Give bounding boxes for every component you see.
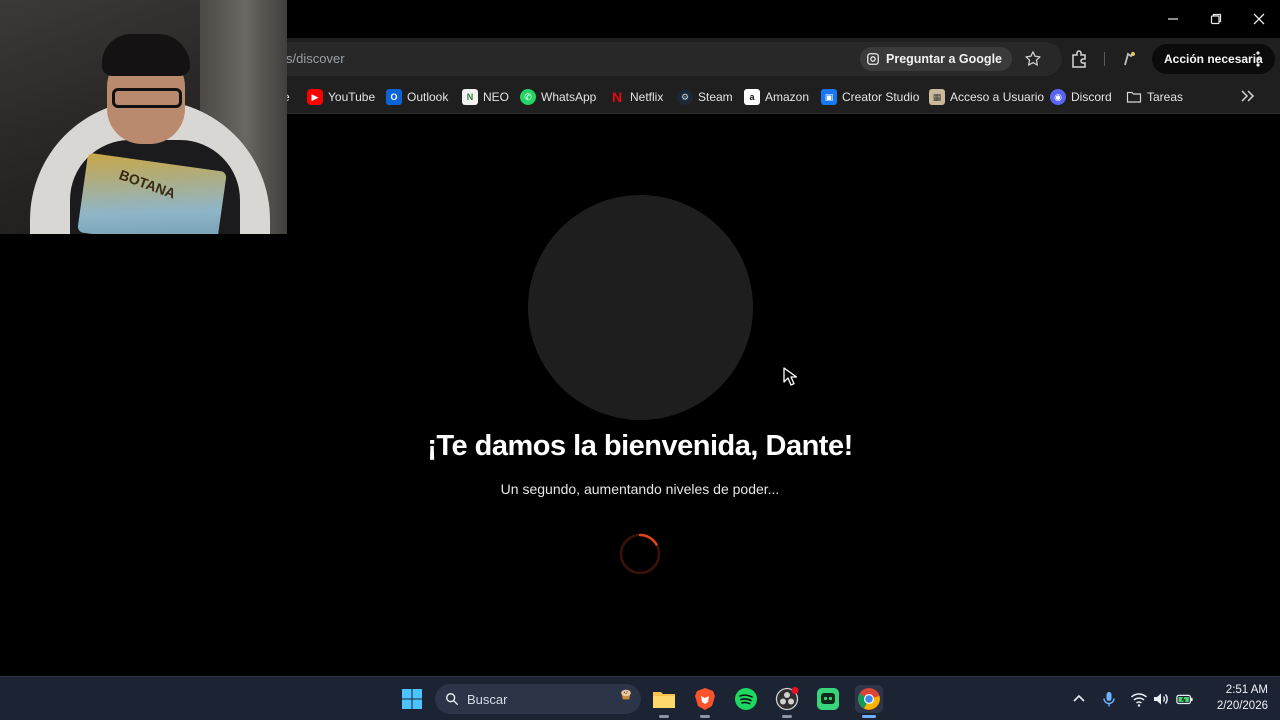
extensions-icon[interactable] <box>1069 49 1089 69</box>
tray-overflow-chevron-icon[interactable] <box>1070 690 1088 708</box>
obs-icon <box>775 687 799 711</box>
more-bookmarks-chevron-icon[interactable] <box>1238 87 1256 105</box>
search-icon <box>446 693 459 706</box>
webcam-person-hair <box>102 34 190 76</box>
loading-subtitle: Un segundo, aumentando niveles de poder.… <box>500 481 780 497</box>
bookmark-label: NEO <box>483 90 510 104</box>
address-bar-url[interactable]: s/discover <box>286 51 345 66</box>
windows-start-icon <box>402 689 422 709</box>
volume-icon[interactable] <box>1152 690 1170 708</box>
restore-icon <box>1210 13 1221 25</box>
taskbar-brave[interactable] <box>691 685 719 718</box>
close-button[interactable] <box>1237 0 1280 38</box>
bookmark-amazon[interactable]: a Amazon <box>744 87 809 107</box>
bookmark-youtube[interactable]: ▶ YouTube <box>307 87 375 107</box>
running-indicator <box>862 715 876 718</box>
brave-icon <box>695 688 715 710</box>
ask-google-label: Preguntar a Google <box>886 52 1002 66</box>
bookmark-whatsapp[interactable]: ✆ WhatsApp <box>520 87 596 107</box>
bookmark-label: YouTube <box>328 90 376 104</box>
mouse-cursor-icon <box>783 367 798 386</box>
youtube-icon: ▶ <box>307 89 323 105</box>
microphone-icon[interactable] <box>1100 690 1118 708</box>
amazon-icon: a <box>744 89 760 105</box>
webcam-glasses <box>112 88 182 108</box>
bookmark-netflix[interactable]: N Netflix <box>609 87 663 107</box>
bookmark-folder-tareas[interactable]: Tareas <box>1126 87 1183 107</box>
bookmark-discord[interactable]: ◉ Discord <box>1050 87 1112 107</box>
bookmark-label: WhatsApp <box>541 90 597 104</box>
search-placeholder: Buscar <box>467 691 508 707</box>
webcam-overlay: BOTANA <box>0 0 287 234</box>
welcome-title: ¡Te damos la bienvenida, Dante! <box>427 430 853 462</box>
search-highlight-muffin-icon <box>621 689 631 700</box>
battery-charging-icon[interactable] <box>1176 690 1194 708</box>
bookmark-label: Steam <box>698 90 733 104</box>
discord-icon: ◉ <box>1050 89 1066 105</box>
wifi-icon[interactable] <box>1130 690 1148 708</box>
taskbar-app[interactable] <box>814 685 842 713</box>
netflix-icon: N <box>611 89 623 105</box>
whatsapp-icon: ✆ <box>520 89 536 105</box>
action-required-label: Acción necesaria <box>1164 52 1263 66</box>
neo-icon: N <box>462 89 478 105</box>
restore-button[interactable] <box>1194 0 1237 38</box>
bookmark-steam[interactable]: ⚙ Steam <box>677 87 733 107</box>
profile-extension-icon[interactable] <box>1119 49 1139 69</box>
clock-time: 2:51 AM <box>1225 684 1268 696</box>
steam-icon: ⚙ <box>677 89 693 105</box>
bookmark-neo[interactable]: N NEO <box>462 87 509 107</box>
taskbar-chrome[interactable] <box>855 685 883 718</box>
clock-date: 2/20/2026 <box>1216 700 1268 712</box>
address-bar[interactable]: s/discover Preguntar a Google <box>272 42 1062 76</box>
close-icon <box>1253 13 1264 25</box>
bookmark-label: Amazon <box>765 90 810 104</box>
bookmark-creator-studio[interactable]: ▣ Creator Studio <box>821 87 919 107</box>
start-button[interactable] <box>398 685 426 713</box>
running-indicator <box>700 715 710 718</box>
bookmark-label: Tareas <box>1147 90 1184 104</box>
bookmark-label: Discord <box>1071 90 1112 104</box>
spotify-icon <box>735 688 757 710</box>
bookmark-label: Netflix <box>630 90 664 104</box>
ask-google-button[interactable]: Preguntar a Google <box>860 47 1012 71</box>
taskbar-clock[interactable]: 2:51 AM 2/20/2026 <box>1204 682 1268 714</box>
loading-spinner-icon <box>619 533 661 575</box>
taskbar-file-explorer[interactable] <box>650 685 678 718</box>
user-avatar-placeholder <box>528 195 753 420</box>
windows-taskbar: Buscar 2:51 AM 2/20/2026 <box>0 676 1280 720</box>
taskbar-search[interactable]: Buscar <box>435 684 641 714</box>
bookmark-label: Outlook <box>407 90 449 104</box>
chrome-icon <box>858 688 880 710</box>
bookmark-outlook[interactable]: O Outlook <box>386 87 448 107</box>
user-access-icon: ▦ <box>929 89 945 105</box>
menu-kebab-icon[interactable] <box>1256 51 1260 67</box>
bookmark-label: Acceso a Usuario <box>950 90 1045 104</box>
bookmark-star-icon[interactable] <box>1024 50 1042 68</box>
creator-studio-icon: ▣ <box>821 89 837 105</box>
bookmark-user-access[interactable]: ▦ Acceso a Usuario <box>929 87 1044 107</box>
running-indicator <box>782 715 792 718</box>
google-lens-icon <box>867 53 879 65</box>
taskbar-obs[interactable] <box>773 685 801 718</box>
file-explorer-icon <box>653 692 675 708</box>
taskbar-spotify[interactable] <box>732 685 760 713</box>
running-indicator <box>659 715 669 718</box>
toolbar-separator <box>1104 52 1105 66</box>
bookmark-label: Creator Studio <box>842 90 920 104</box>
app-icon <box>817 688 839 710</box>
window-controls <box>1151 0 1280 38</box>
minimize-button[interactable] <box>1151 0 1194 38</box>
minimize-icon <box>1167 18 1178 20</box>
outlook-icon: O <box>386 89 402 105</box>
folder-icon <box>1126 91 1142 103</box>
